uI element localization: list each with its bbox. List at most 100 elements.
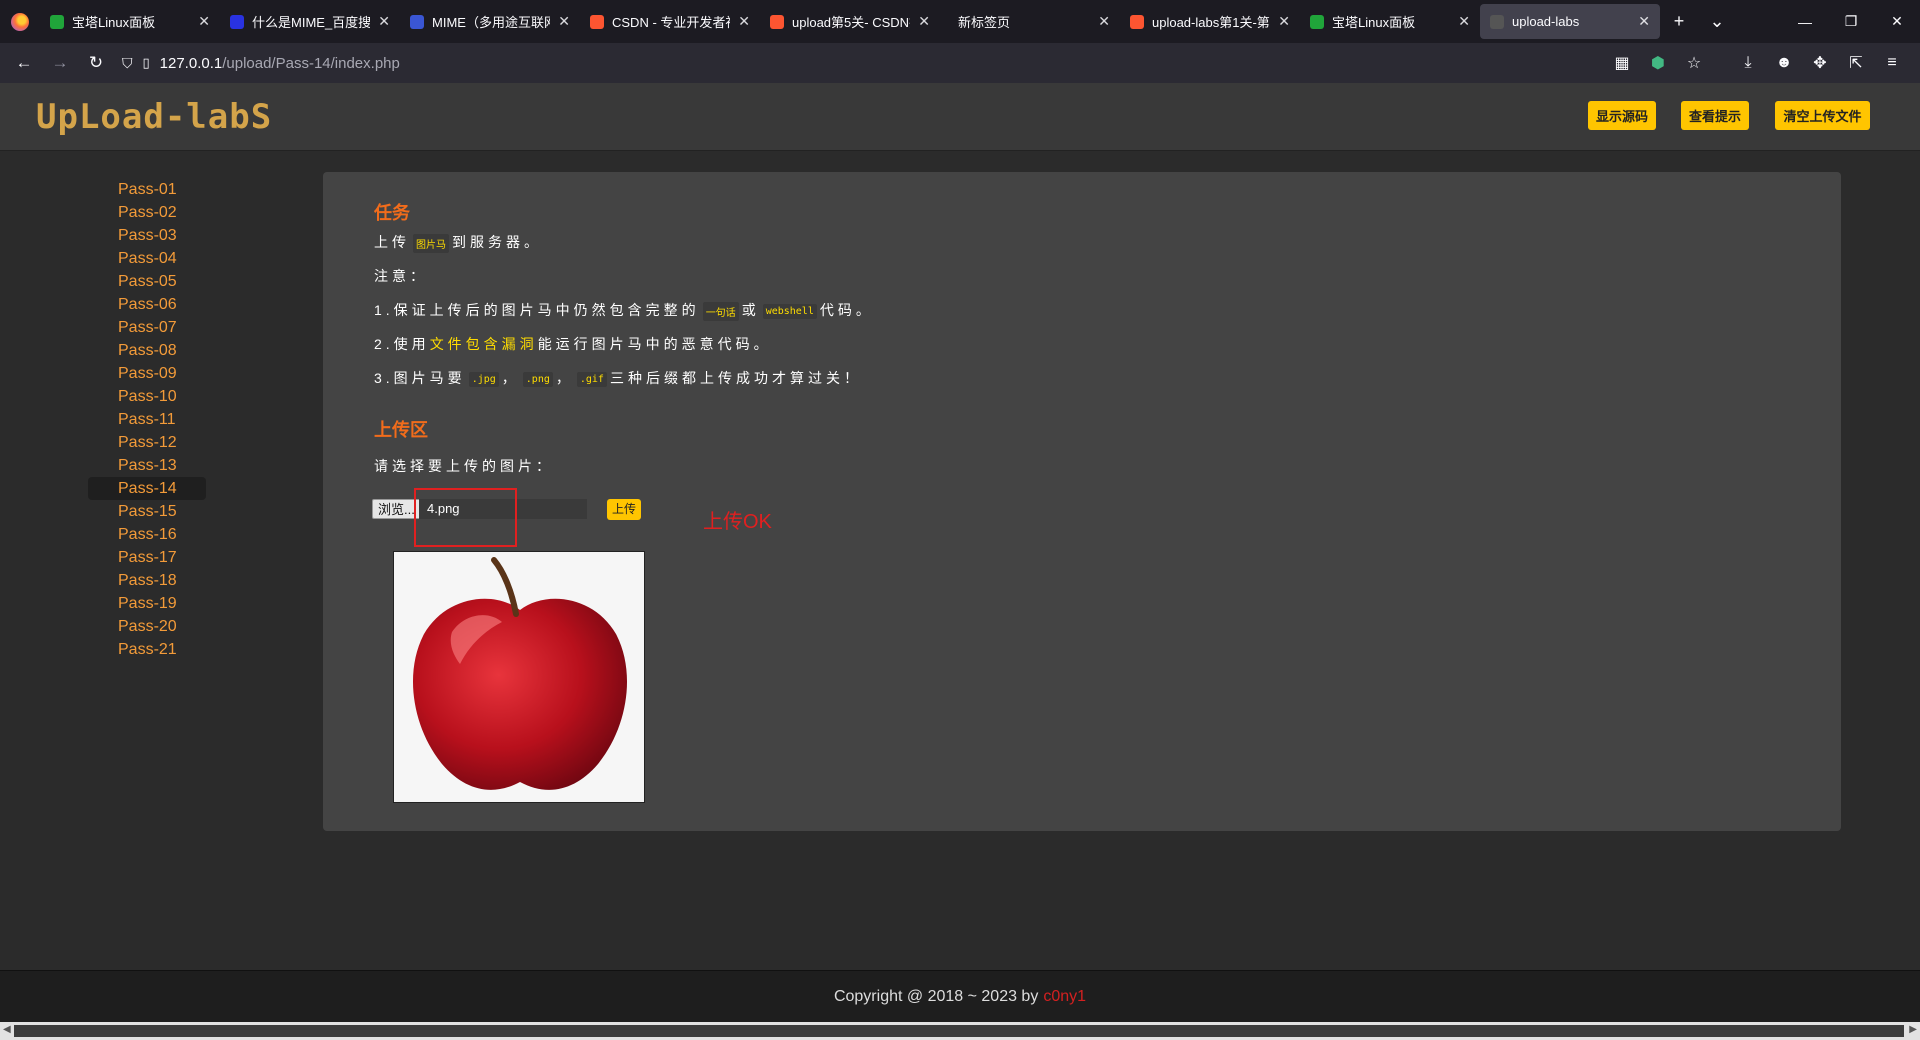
sidebar-item-pass-10[interactable]: Pass-10 — [88, 385, 206, 408]
sidebar-item-pass-11[interactable]: Pass-11 — [88, 408, 206, 431]
hamburger-menu-icon[interactable]: ≡ — [1876, 47, 1908, 79]
clear-uploads-button[interactable]: 清空上传文件 — [1775, 101, 1870, 130]
firefox-menu-icon[interactable] — [0, 0, 40, 43]
minimize-icon[interactable]: — — [1782, 0, 1828, 43]
tab-label: 什么是MIME_百度搜索 — [252, 15, 371, 30]
sidebar-item-pass-05[interactable]: Pass-05 — [88, 270, 206, 293]
restore-icon[interactable]: ❐ — [1828, 0, 1874, 43]
sidebar-item-pass-15[interactable]: Pass-15 — [88, 500, 206, 523]
forward-arrow-icon[interactable]: → — [44, 47, 76, 79]
close-tab-icon[interactable]: ✕ — [1638, 13, 1650, 30]
page-info-icon[interactable]: ▯ — [143, 55, 150, 71]
show-source-button[interactable]: 显示源码 — [1588, 101, 1656, 130]
rule-text: 1.保证上传后的图片马中仍然包含完整的 — [374, 302, 700, 318]
baike-icon — [410, 14, 424, 29]
browser-tab[interactable]: 宝塔Linux面板 ✕ — [40, 4, 220, 39]
sidebar-item-pass-06[interactable]: Pass-06 — [88, 293, 206, 316]
sidebar-item-pass-21[interactable]: Pass-21 — [88, 638, 206, 661]
toolbar-icons: ▦ ⬢ ☆ ⤓ ☻ ✥ ⇱ ≡ — [1606, 47, 1908, 79]
rule-text: 三种后缀都上传成功才算过关！ — [609, 370, 862, 386]
task-line-text: 到服务器。 — [452, 234, 542, 250]
sidebar-item-pass-01[interactable]: Pass-01 — [88, 178, 206, 201]
sidebar-item-pass-09[interactable]: Pass-09 — [88, 362, 206, 385]
code-tag: webshell — [762, 303, 817, 319]
baota-icon — [1310, 14, 1324, 29]
baota-icon — [50, 14, 64, 29]
rule-2: 2.使用文件包含漏洞能运行图片马中的恶意代码。 — [374, 334, 772, 354]
code-tag: .gif — [576, 371, 607, 387]
sidebar-item-pass-17[interactable]: Pass-17 — [88, 546, 206, 569]
sidebar-item-pass-04[interactable]: Pass-04 — [88, 247, 206, 270]
rule-3: 3.图片马要 .jpg， .png， .gif 三种后缀都上传成功才算过关！ — [374, 368, 862, 388]
rule-text: 代码。 — [819, 302, 874, 318]
browser-tab[interactable]: upload-labs ✕ — [1480, 4, 1660, 39]
browser-tab[interactable]: 宝塔Linux面板 ✕ — [1300, 4, 1480, 39]
csdn-icon — [770, 14, 784, 29]
browser-tab[interactable]: 什么是MIME_百度搜索 ✕ — [220, 4, 400, 39]
scroll-right-arrow-icon[interactable]: ▶ — [1909, 1024, 1917, 1035]
separator: ， — [501, 370, 520, 386]
scroll-left-arrow-icon[interactable]: ◀ — [3, 1024, 11, 1035]
url-bar[interactable]: ⛉ ▯ 127.0.0.1/upload/Pass-14/index.php — [116, 47, 1602, 79]
upload-result-message: 上传OK — [703, 511, 772, 533]
view-hint-button[interactable]: 查看提示 — [1681, 101, 1749, 130]
shield-icon[interactable]: ⛉ — [122, 55, 133, 72]
sidebar-item-pass-19[interactable]: Pass-19 — [88, 592, 206, 615]
sidebar-item-pass-07[interactable]: Pass-07 — [88, 316, 206, 339]
code-tag: .png — [522, 371, 553, 387]
code-tag: .jpg — [468, 371, 499, 387]
sidebar-item-pass-16[interactable]: Pass-16 — [88, 523, 206, 546]
rule-text: 或 — [741, 302, 760, 318]
sidebar-item-pass-13[interactable]: Pass-13 — [88, 454, 206, 477]
close-tab-icon[interactable]: ✕ — [378, 13, 390, 30]
back-arrow-icon[interactable]: ← — [8, 47, 40, 79]
sidebar-item-pass-08[interactable]: Pass-08 — [88, 339, 206, 362]
close-tab-icon[interactable]: ✕ — [198, 13, 210, 30]
extension-vue-icon[interactable]: ⬢ — [1642, 47, 1674, 79]
upload-prompt: 请选择要上传的图片： — [374, 458, 554, 474]
horizontal-scrollbar[interactable]: ◀ ▶ — [0, 1022, 1920, 1040]
new-tab-plus-icon[interactable]: + — [1660, 4, 1698, 39]
close-tab-icon[interactable]: ✕ — [918, 13, 930, 30]
close-tab-icon[interactable]: ✕ — [1098, 13, 1110, 30]
tab-list-chevron-icon[interactable]: ⌄ — [1698, 4, 1736, 39]
task-line-text: 上传 — [374, 234, 410, 250]
sidebar-item-pass-02[interactable]: Pass-02 — [88, 201, 206, 224]
tab-label: upload-labs第1关-第1 — [1152, 15, 1271, 30]
sidebar-item-pass-20[interactable]: Pass-20 — [88, 615, 206, 638]
sidebar-item-pass-18[interactable]: Pass-18 — [88, 569, 206, 592]
tab-label: 宝塔Linux面板 — [1332, 15, 1416, 30]
upload-labs-logo[interactable]: UpLoad-labS — [36, 97, 272, 137]
scrollbar-thumb[interactable] — [14, 1025, 1904, 1037]
qr-code-icon[interactable]: ▦ — [1606, 47, 1638, 79]
sidebar-item-pass-03[interactable]: Pass-03 — [88, 224, 206, 247]
browser-tab[interactable]: CSDN - 专业开发者社区 ✕ — [580, 4, 760, 39]
close-window-icon[interactable]: ✕ — [1874, 0, 1920, 43]
close-tab-icon[interactable]: ✕ — [1458, 13, 1470, 30]
close-tab-icon[interactable]: ✕ — [738, 13, 750, 30]
share-icon[interactable]: ⇱ — [1840, 47, 1872, 79]
csdn-icon — [590, 14, 604, 29]
close-tab-icon[interactable]: ✕ — [558, 13, 570, 30]
reload-icon[interactable]: ↻ — [80, 47, 112, 79]
upload-submit-button[interactable]: 上传 — [607, 499, 641, 520]
close-tab-icon[interactable]: ✕ — [1278, 13, 1290, 30]
bookmark-star-icon[interactable]: ☆ — [1678, 47, 1710, 79]
browser-tab[interactable]: upload第5关- CSDN搜 ✕ — [760, 4, 940, 39]
apple-image — [412, 557, 628, 790]
rule-1: 1.保证上传后的图片马中仍然包含完整的 一句话或 webshell 代码。 — [374, 300, 874, 321]
author-link[interactable]: c0ny1 — [1043, 988, 1086, 1006]
rule-text: 能运行图片马中的恶意代码。 — [537, 336, 772, 352]
browser-tab[interactable]: MIME（多用途互联网邮 ✕ — [400, 4, 580, 39]
browser-tab[interactable]: 新标签页 ✕ — [940, 4, 1120, 39]
task-title: 任务 — [374, 203, 410, 223]
sidebar-item-pass-12[interactable]: Pass-12 — [88, 431, 206, 454]
account-avatar-icon[interactable]: ☻ — [1768, 47, 1800, 79]
url-host: 127.0.0.1 — [159, 54, 223, 72]
extensions-puzzle-icon[interactable]: ✥ — [1804, 47, 1836, 79]
window-controls: — ❐ ✕ — [1782, 0, 1920, 43]
download-icon[interactable]: ⤓ — [1732, 47, 1764, 79]
task-line: 上传 图片马 到服务器。 — [374, 232, 542, 253]
sidebar-item-pass-14[interactable]: Pass-14 — [88, 477, 206, 500]
browser-tab[interactable]: upload-labs第1关-第1 ✕ — [1120, 4, 1300, 39]
